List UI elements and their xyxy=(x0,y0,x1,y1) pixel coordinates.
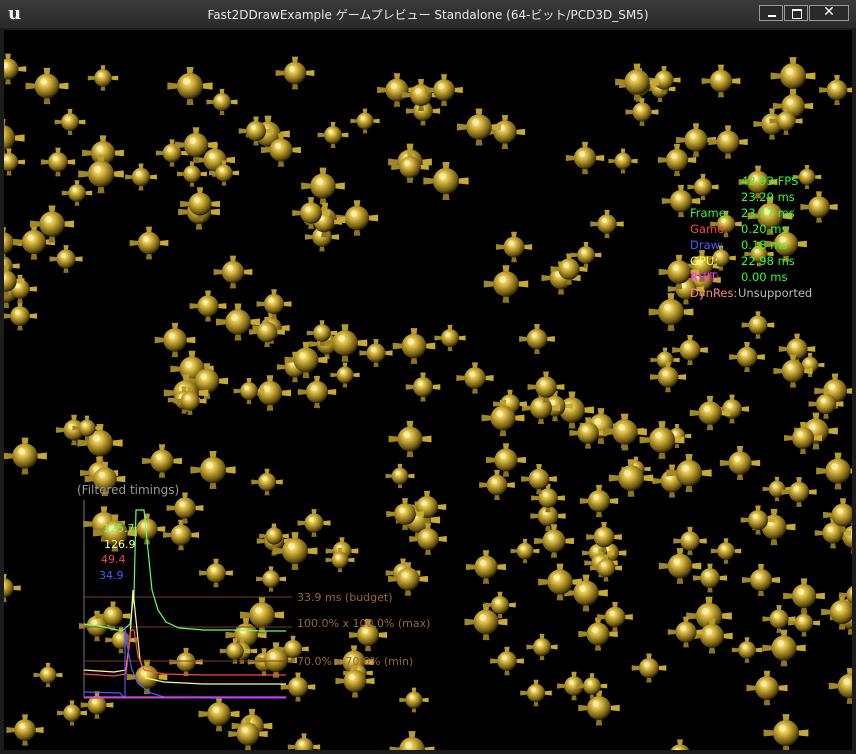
peak-gpu-value: 126.9 xyxy=(104,538,136,551)
window-title: Fast2DDrawExample ゲームプレビュー Standalone (6… xyxy=(207,8,649,22)
peak-game-value: 49.4 xyxy=(101,553,126,566)
budget-label: 33.9 ms (budget) xyxy=(297,591,393,604)
min-label: 70.0% x 70.0% (min) xyxy=(297,655,413,668)
game-window: u Fast2DDrawExample ゲームプレビュー Standalone … xyxy=(0,0,856,754)
close-icon: ✕ xyxy=(823,4,835,20)
close-button[interactable]: ✕ xyxy=(809,4,849,21)
max-label: 100.0% x 100.0% (max) xyxy=(297,617,430,630)
game-viewport[interactable]: 42.93 FPS 23.29 ms Frame: 23.17 ms Game: 0.… xyxy=(4,30,852,750)
timing-graph: (Filtered timings) 33.9 ms (budget) 100.… xyxy=(77,483,430,700)
title-bar[interactable]: u Fast2DDrawExample ゲームプレビュー Standalone … xyxy=(0,0,856,28)
draw-time-line xyxy=(83,626,286,700)
graph-title: (Filtered timings) xyxy=(77,483,179,497)
game-time-line xyxy=(83,629,286,677)
gpu-time-line xyxy=(83,589,286,685)
peak-frame-value: 125.7 xyxy=(103,522,135,535)
maximize-button[interactable] xyxy=(784,5,808,21)
peak-draw-value: 34.9 xyxy=(99,569,124,582)
minimize-button[interactable] xyxy=(759,5,783,21)
